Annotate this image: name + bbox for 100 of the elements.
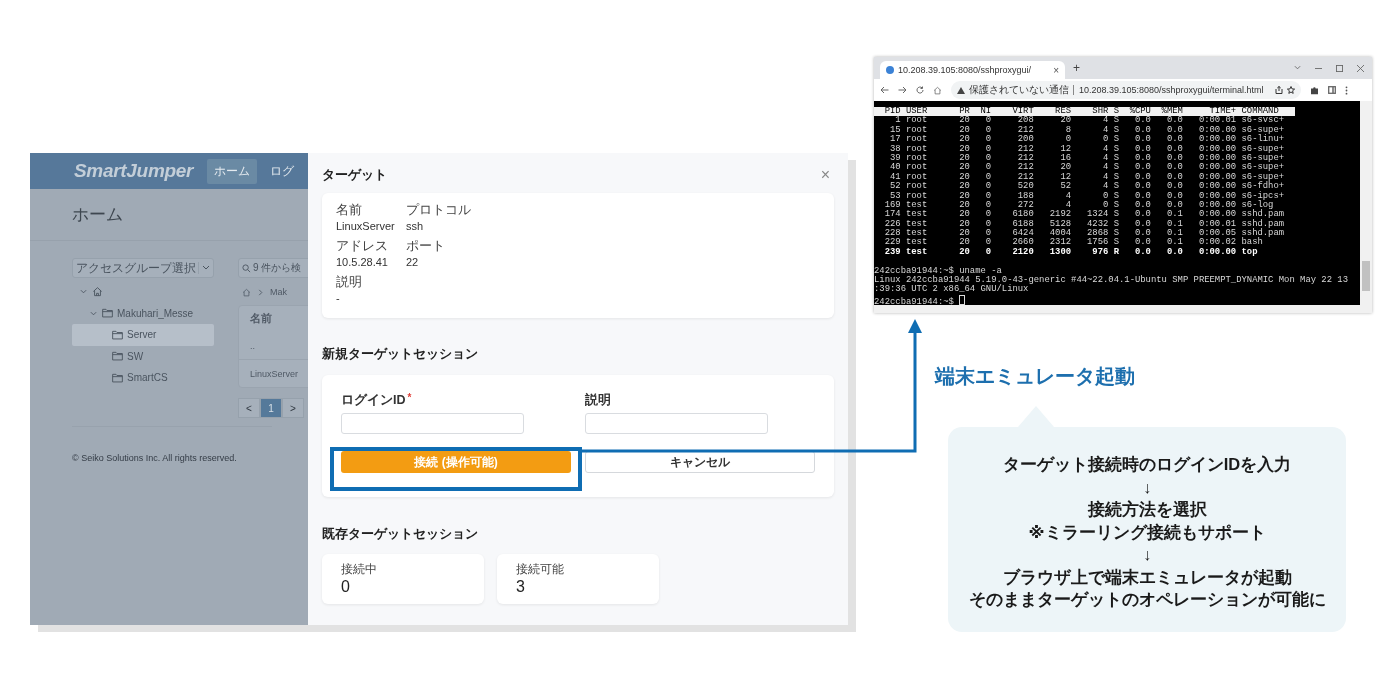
callout-text: ↓ [1142, 476, 1152, 498]
callout-text: ブラウザ上で端末エミュレータが起動 [1002, 566, 1292, 588]
address-bar[interactable]: 保護されていない通信 10.208.39.105:8080/sshproxygui/terminal.html [951, 81, 1301, 99]
home-icon [92, 286, 103, 298]
tree-item[interactable]: Server [72, 324, 214, 346]
chevron-down-icon[interactable] [1294, 64, 1301, 70]
terminal-line: 174 test 20 0 6180 2192 1324 S 0.0 0.1 0:00.00 sshd.pam [883, 209, 1285, 220]
callout-text: ※ミラーリング接続もサポート [1028, 521, 1266, 543]
field-label: ポート [406, 239, 446, 254]
field-label: プロトコル [406, 203, 471, 218]
dialog-title: ターゲット [322, 166, 387, 184]
terminal-line: 53 root 20 0 188 4 0 S 0.0 0.0 0:00.00 s6-ipcs+ [888, 190, 1285, 201]
reload-icon[interactable] [916, 86, 924, 94]
field-value: - [336, 291, 341, 306]
annotation-title: 端末エミュレータ起動 [935, 364, 1135, 389]
terminal-header-row: PID USER PR NI VIRT RES SHR S %CPU %MEM TIME+ COMMAND [874, 107, 1295, 117]
copyright-text: © Seiko Solutions Inc. All rights reserved. [72, 453, 237, 463]
close-button[interactable]: × [820, 167, 830, 183]
chevron-right-icon [258, 288, 263, 296]
folder-icon [112, 329, 123, 340]
stat-label: 接続中 [341, 562, 378, 576]
cursor-icon [958, 294, 965, 305]
logo: SmartJumper [74, 160, 194, 182]
field-value: LinuxServer [336, 219, 396, 234]
terminal-line: 228 test 20 0 6424 4004 2868 S 0.0 0.1 0:00.05 sshd.pam [883, 228, 1285, 239]
url-text: 10.208.39.105:8080/sshproxygui/terminal.html [1073, 85, 1271, 95]
terminal-line: 229 test 20 0 2660 2312 1756 S 0.0 0.1 0:00.02 bash [883, 237, 1263, 248]
terminal-line: Linux 242ccba91944 5.19.0-43-generic #44~22.04.1-Ubuntu SMP PREEMPT_DYNAMIC Mon May 22 13 [874, 275, 1348, 286]
cancel-button[interactable]: キャンセル [585, 451, 815, 473]
terminal-line: 169 test 20 0 272 4 0 S 0.0 0.0 0:00.00 s6-log [883, 199, 1274, 210]
field-value: 22 [406, 255, 420, 270]
tree-item[interactable]: SW [72, 345, 214, 367]
scrollbar-thumb[interactable] [1362, 261, 1370, 291]
tree-item[interactable]: SmartCS [72, 367, 214, 389]
field-label: 説明 [585, 392, 611, 409]
terminal-prompt: 242ccba91944:~$ [874, 296, 954, 305]
stat-value: 0 [341, 577, 351, 597]
nav-tab[interactable]: ホーム [207, 158, 258, 184]
search-field[interactable]: 9 件から検 [238, 258, 308, 278]
group-select[interactable]: アクセスグループ選択 [72, 258, 214, 278]
input-field[interactable] [585, 413, 768, 434]
section-title: 既存ターゲットセッション [322, 526, 479, 543]
star-icon[interactable] [1287, 86, 1295, 94]
stat-label: 接続可能 [516, 562, 565, 576]
terminal-line: 242ccba91944:~$ uname -a [874, 265, 1002, 276]
sidebar-icon[interactable] [1328, 86, 1336, 94]
chevron-down-icon[interactable] [89, 309, 97, 317]
chevron-down-icon[interactable] [79, 288, 87, 296]
connect-button[interactable]: 接続 (操作可能) [341, 451, 571, 473]
search-icon [242, 263, 251, 273]
terminal-line: 15 root 20 0 212 8 4 S 0.0 0.0 0:00.00 s6-supe+ [888, 124, 1285, 135]
scrollbar[interactable] [1360, 101, 1372, 305]
field-label: アドレス [336, 239, 389, 254]
page-button[interactable]: 1 [260, 398, 282, 418]
terminal-line: 41 root 20 0 212 12 4 S 0.0 0.0 0:00.00 s6-supe+ [888, 171, 1285, 182]
callout-text: 接続方法を選択 [1087, 499, 1207, 520]
folder-icon [112, 372, 123, 383]
globe-icon [886, 66, 894, 74]
close-icon[interactable] [1357, 64, 1364, 72]
warning-icon [957, 86, 965, 94]
prev-page-button[interactable]: < [238, 398, 260, 418]
terminal-line: :39:36 UTC 2 x86_64 GNU/Linux [874, 284, 1029, 295]
security-label: 保護されていない通信 [969, 83, 1069, 97]
table-cell: .. [250, 340, 255, 351]
browser-tab[interactable]: 10.208.39.105:8080/sshproxygui/ × [880, 61, 1065, 79]
home-icon[interactable] [933, 85, 942, 95]
terminal-line: 40 root 20 0 212 20 4 S 0.0 0.0 0:00.00 s6-supe+ [888, 162, 1285, 173]
page-title: ホーム [72, 204, 123, 226]
more-icon[interactable] [1345, 85, 1348, 95]
stat-value: 3 [516, 577, 526, 597]
section-title: 新規ターゲットセッション [322, 346, 479, 363]
home-icon[interactable] [242, 287, 251, 297]
terminal-line: 1 root 20 0 208 20 4 S 0.0 0.0 0:00.01 s6-svsc+ [894, 115, 1285, 126]
field-label: 名前 [336, 203, 363, 218]
folder-icon [112, 351, 123, 362]
field-label: 説明 [336, 275, 363, 290]
maximize-icon[interactable] [1336, 64, 1343, 72]
share-icon[interactable] [1275, 86, 1283, 94]
terminal-line: 239 test 20 0 2120 1300 976 R 0.0 0.0 0:00.00 top [883, 246, 1258, 257]
terminal-line: 17 root 20 0 200 0 0 S 0.0 0.0 0:00.00 s6-linu+ [888, 134, 1285, 145]
input-field[interactable] [341, 413, 524, 434]
nav-tab[interactable]: ログ [263, 158, 302, 184]
field-value: ssh [406, 219, 425, 234]
terminal-line: 226 test 20 0 6188 5128 4232 S 0.0 0.1 0:00.01 sshd.pam [883, 218, 1285, 229]
new-tab-button[interactable]: + [1073, 61, 1080, 75]
back-icon[interactable] [880, 86, 889, 94]
terminal-line: 38 root 20 0 212 12 4 S 0.0 0.0 0:00.00 s6-supe+ [888, 143, 1285, 154]
forward-icon[interactable] [898, 86, 907, 94]
required-mark: * [407, 392, 412, 405]
field-label: ログインID [341, 392, 406, 409]
callout-text: ターゲット接続時のログインIDを入力 [1002, 454, 1292, 475]
chevron-down-icon [202, 265, 210, 271]
tree-item[interactable]: Makuhari_Messe [72, 302, 214, 324]
field-value: 10.5.28.41 [336, 255, 389, 270]
table-cell: LinuxServer [250, 368, 299, 379]
tab-close-button[interactable]: × [1053, 64, 1059, 76]
column-header: 名前 [250, 312, 272, 326]
terminal-line: 52 root 20 0 520 52 4 S 0.0 0.0 0:00.00 s6-fdho+ [888, 181, 1285, 192]
breadcrumb-link[interactable]: Mak [270, 287, 287, 297]
next-page-button[interactable]: > [282, 398, 304, 418]
